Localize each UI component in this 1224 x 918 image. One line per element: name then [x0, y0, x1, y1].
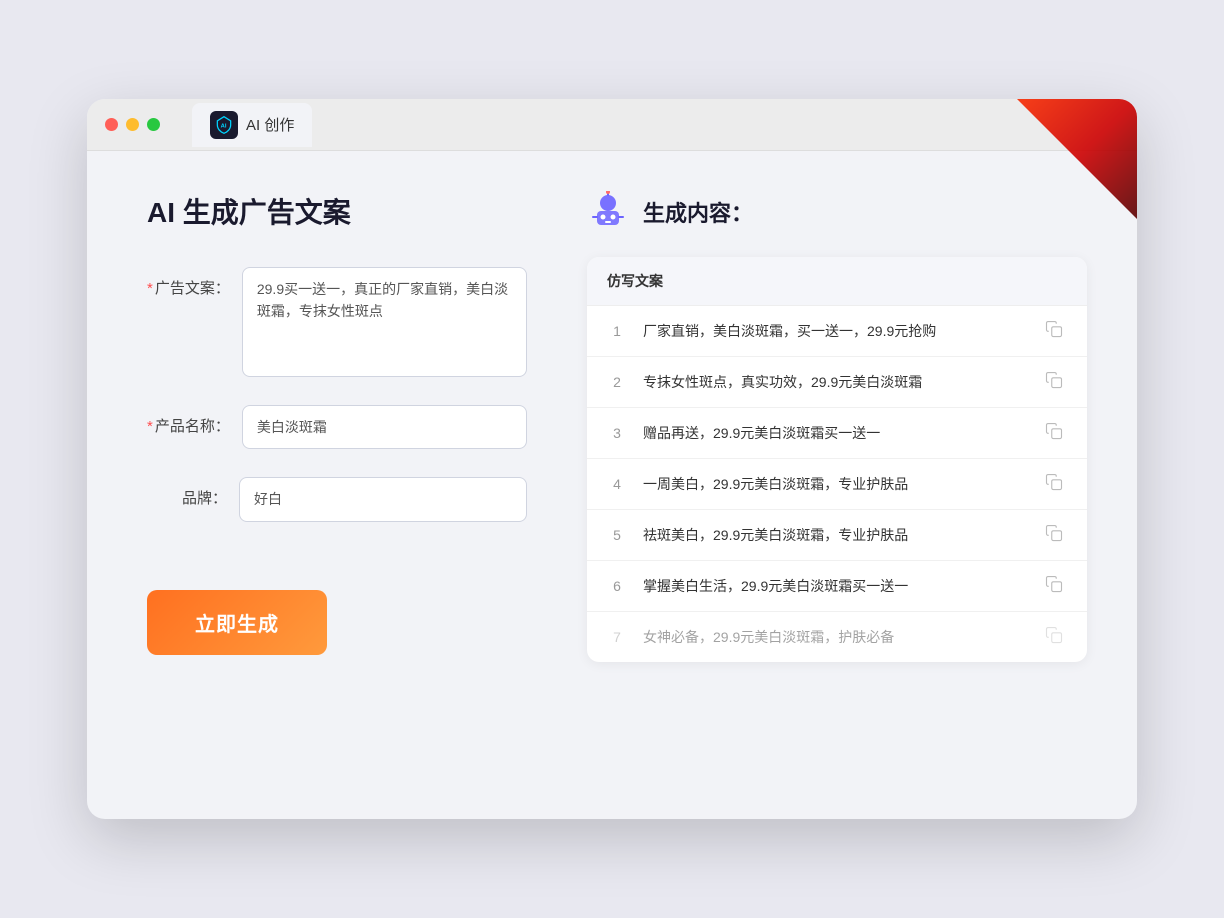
row-text: 女神必备，29.9元美白淡斑霜，护肤必备 [643, 627, 1029, 648]
svg-text:AI: AI [221, 123, 227, 129]
ad-copy-input[interactable]: 29.9买一送一，真正的厂家直销，美白淡斑霜，专抹女性斑点 [242, 267, 527, 377]
row-number: 1 [607, 323, 627, 339]
table-row: 7 女神必备，29.9元美白淡斑霜，护肤必备 [587, 612, 1087, 662]
results-table: 仿写文案 1 厂家直销，美白淡斑霜，买一送一，29.9元抢购 2 专抹女性斑点，… [587, 257, 1087, 662]
required-star-1: * [147, 280, 153, 297]
ai-tab[interactable]: AI AI 创作 [192, 103, 312, 147]
product-name-input[interactable] [242, 405, 527, 449]
main-content: AI 生成广告文案 *广告文案： 29.9买一送一，真正的厂家直销，美白淡斑霜，… [87, 151, 1137, 819]
maximize-button[interactable] [147, 118, 160, 131]
row-text: 厂家直销，美白淡斑霜，买一送一，29.9元抢购 [643, 321, 1029, 342]
row-number: 6 [607, 578, 627, 594]
row-text: 一周美白，29.9元美白淡斑霜，专业护肤品 [643, 474, 1029, 495]
copy-icon[interactable] [1045, 575, 1067, 597]
table-row: 2 专抹女性斑点，真实功效，29.9元美白淡斑霜 [587, 357, 1087, 408]
table-row: 6 掌握美白生活，29.9元美白淡斑霜买一送一 [587, 561, 1087, 612]
row-number: 7 [607, 629, 627, 645]
copy-icon[interactable] [1045, 524, 1067, 546]
row-text: 掌握美白生活，29.9元美白淡斑霜买一送一 [643, 576, 1029, 597]
right-panel: 生成内容： 仿写文案 1 厂家直销，美白淡斑霜，买一送一，29.9元抢购 2 专… [587, 191, 1087, 779]
generate-button[interactable]: 立即生成 [147, 590, 327, 655]
required-star-2: * [147, 418, 153, 435]
minimize-button[interactable] [126, 118, 139, 131]
brand-input[interactable] [239, 477, 527, 521]
copy-icon[interactable] [1045, 422, 1067, 444]
copy-icon[interactable] [1045, 371, 1067, 393]
right-title: 生成内容： [643, 196, 753, 228]
ad-copy-group: *广告文案： 29.9买一送一，真正的厂家直销，美白淡斑霜，专抹女性斑点 [147, 267, 527, 377]
right-header: 生成内容： [587, 191, 1087, 233]
copy-icon[interactable] [1045, 320, 1067, 342]
app-window: AI AI 创作 AI 生成广告文案 *广告文案： 29.9买一送一，真正的厂家… [87, 99, 1137, 819]
robot-icon [587, 191, 629, 233]
product-name-group: *产品名称： [147, 405, 527, 449]
table-row: 1 厂家直销，美白淡斑霜，买一送一，29.9元抢购 [587, 306, 1087, 357]
row-text: 赠品再送，29.9元美白淡斑霜买一送一 [643, 423, 1029, 444]
product-name-label: *产品名称： [147, 405, 230, 436]
row-number: 2 [607, 374, 627, 390]
traffic-lights [105, 118, 160, 131]
title-bar: AI AI 创作 [87, 99, 1137, 151]
table-row: 5 祛斑美白，29.9元美白淡斑霜，专业护肤品 [587, 510, 1087, 561]
left-panel: AI 生成广告文案 *广告文案： 29.9买一送一，真正的厂家直销，美白淡斑霜，… [147, 191, 527, 779]
table-header: 仿写文案 [587, 257, 1087, 306]
copy-icon[interactable] [1045, 626, 1067, 648]
page-title: AI 生成广告文案 [147, 191, 527, 231]
row-text: 专抹女性斑点，真实功效，29.9元美白淡斑霜 [643, 372, 1029, 393]
row-number: 3 [607, 425, 627, 441]
close-button[interactable] [105, 118, 118, 131]
row-text: 祛斑美白，29.9元美白淡斑霜，专业护肤品 [643, 525, 1029, 546]
brand-group: 品牌： [147, 477, 527, 521]
row-number: 5 [607, 527, 627, 543]
copy-icon[interactable] [1045, 473, 1067, 495]
ad-copy-label: *广告文案： [147, 267, 230, 298]
ai-logo-icon: AI [210, 111, 238, 139]
table-row: 4 一周美白，29.9元美白淡斑霜，专业护肤品 [587, 459, 1087, 510]
table-row: 3 赠品再送，29.9元美白淡斑霜买一送一 [587, 408, 1087, 459]
row-number: 4 [607, 476, 627, 492]
brand-label: 品牌： [147, 477, 227, 508]
tab-label: AI 创作 [246, 114, 294, 135]
